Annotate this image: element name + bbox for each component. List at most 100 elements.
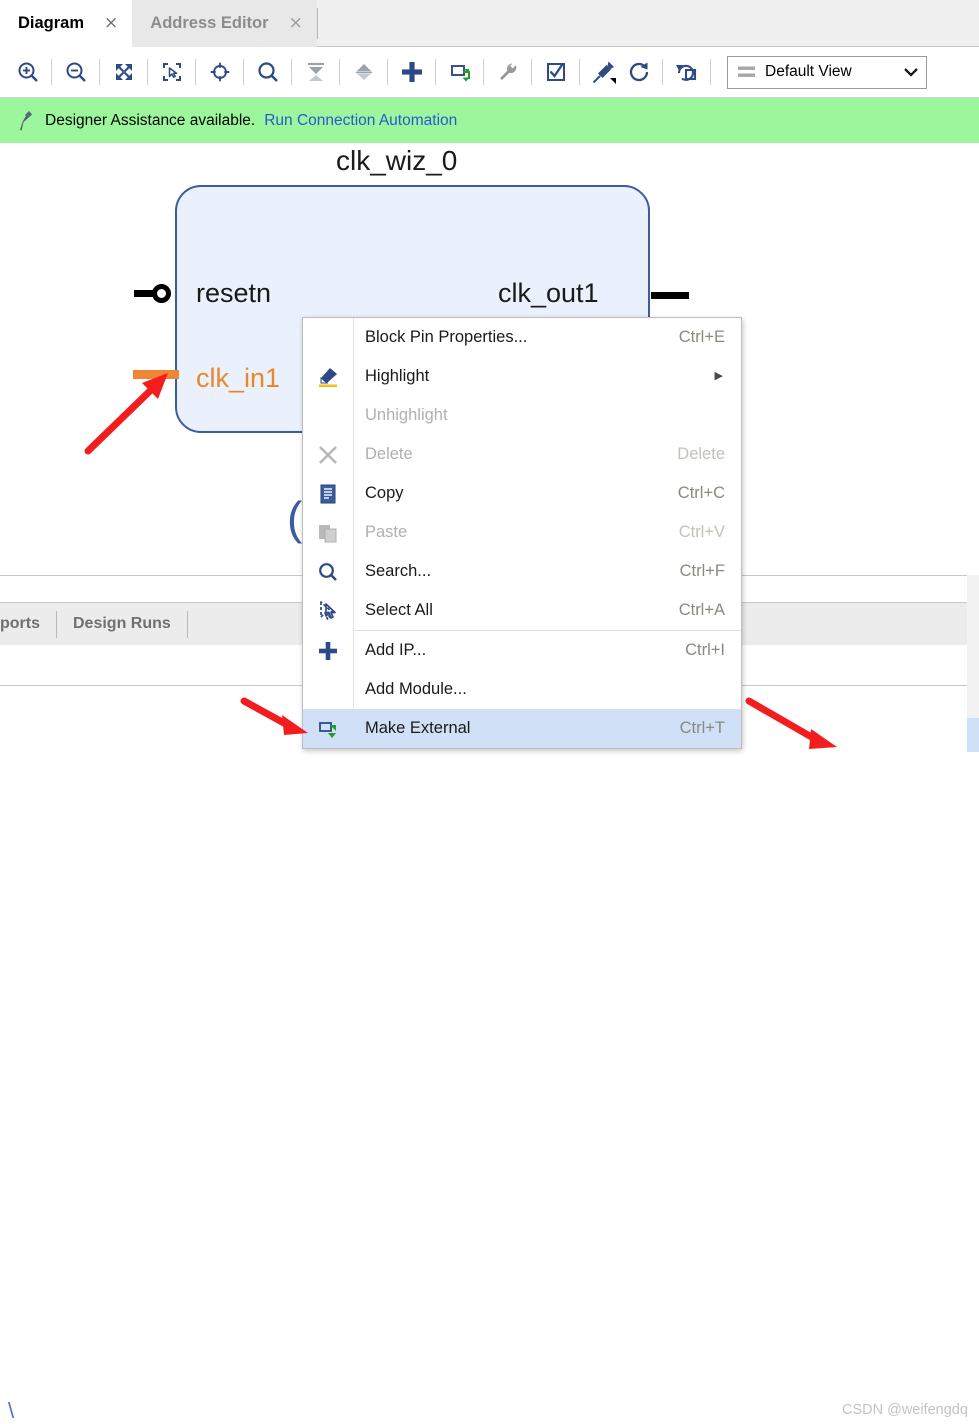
menu-item-accel: Ctrl+E [678, 328, 725, 346]
zoom-in-button[interactable] [10, 53, 45, 91]
menu-item-unhighlight: Unhighlight [303, 396, 741, 435]
zoom-in-icon [18, 62, 38, 82]
menu-icon-slot-empty [303, 396, 353, 435]
tab-diagram-label: Diagram [18, 14, 85, 32]
menu-item-add-module[interactable]: Add Module... [303, 670, 741, 709]
menu-item-label: Make External [365, 719, 471, 737]
chevron-down-icon[interactable] [902, 65, 920, 79]
zoom-out-icon [66, 62, 86, 82]
customize-design-button[interactable] [490, 53, 525, 91]
collapse-all-icon [307, 62, 324, 81]
tab-diagram[interactable]: Diagram × [0, 0, 133, 47]
console-prompt: \ [8, 1398, 15, 1423]
toolbar-divider [387, 59, 388, 85]
zoom-area-button[interactable] [154, 53, 189, 91]
fit-selection-button[interactable] [202, 53, 237, 91]
search-button[interactable] [250, 53, 285, 91]
menu-item-label: Highlight [365, 367, 430, 385]
toolbar-divider [99, 59, 100, 85]
fit-selection-icon [210, 62, 229, 82]
bottom-tab-design-runs-label: Design Runs [73, 615, 171, 632]
run-connection-automation-link[interactable]: Run Connection Automation [264, 112, 457, 130]
toolbar-divider [243, 59, 244, 85]
make-external-icon [319, 721, 336, 738]
refresh-icon [629, 62, 648, 82]
resetn-pin-bubble-icon[interactable] [152, 284, 171, 303]
menu-item-paste: Paste Ctrl+V [303, 513, 741, 552]
menu-item-delete: Delete Delete [303, 435, 741, 474]
submenu-arrow-icon: ▶ [714, 370, 723, 382]
menu-item-add-ip[interactable]: Add IP... Ctrl+I [303, 631, 741, 670]
menu-icon-slot [303, 474, 353, 513]
validate-design-button[interactable] [538, 53, 573, 91]
menu-item-label: Search... [365, 562, 432, 580]
menu-item-accel: Ctrl+A [678, 601, 725, 619]
menu-icon-slot [303, 435, 353, 474]
make-external-button[interactable] [442, 53, 477, 91]
menu-item-label: Delete [365, 445, 413, 463]
block-sub-glyph: ( [287, 492, 303, 544]
zoom-fit-icon [115, 63, 132, 81]
menu-icon-slot [303, 357, 353, 396]
close-icon[interactable]: × [104, 15, 118, 32]
vertical-scrollbar-thumb[interactable] [967, 718, 979, 752]
view-selector[interactable]: Default View [727, 55, 927, 89]
toolbar-divider [147, 59, 148, 85]
copy-icon [320, 484, 336, 503]
menu-item-label: Block Pin Properties... [365, 328, 528, 346]
collapse-all-button[interactable] [298, 53, 333, 91]
annotation-arrow-to-scrollbar [745, 697, 837, 749]
menu-item-label: Select All [365, 601, 433, 619]
toolbar-divider [291, 59, 292, 85]
clk-out1-pin-stub[interactable] [651, 292, 689, 299]
toolbar-divider [662, 59, 663, 85]
regenerate-layout-button[interactable] [669, 53, 704, 91]
toolbar-divider [339, 59, 340, 85]
menu-item-make-external[interactable]: Make External Ctrl+T [303, 709, 741, 748]
block-pin-context-menu[interactable]: Block Pin Properties... Ctrl+E Highlight… [302, 317, 742, 749]
validate-design-icon [546, 62, 565, 81]
zoom-fit-button[interactable] [106, 53, 141, 91]
add-ip-button[interactable] [394, 53, 429, 91]
expand-all-icon [355, 64, 372, 80]
pin-button[interactable] [586, 53, 621, 91]
close-icon[interactable]: × [289, 15, 303, 32]
plus-icon [319, 641, 337, 660]
toolbar-divider [195, 59, 196, 85]
list-lines-icon [738, 66, 755, 77]
toolbar-divider [51, 59, 52, 85]
vivado-block-design-window: Diagram × Address Editor × Default View … [0, 0, 979, 1423]
expand-all-button[interactable] [346, 53, 381, 91]
menu-icon-slot-empty [303, 318, 353, 357]
toolbar-divider [710, 59, 711, 85]
menu-item-copy[interactable]: Copy Ctrl+C [303, 474, 741, 513]
menu-item-label: Copy [365, 484, 404, 502]
refresh-button[interactable] [621, 53, 656, 91]
plus-icon [401, 62, 422, 82]
diagram-toolbar: Default View [0, 47, 979, 98]
menu-item-block-pin-properties[interactable]: Block Pin Properties... Ctrl+E [303, 318, 741, 357]
menu-item-accel: Ctrl+T [679, 719, 725, 737]
bottom-tab-design-runs[interactable]: Design Runs [57, 603, 187, 645]
toolbar-divider [531, 59, 532, 85]
regenerate-layout-icon [675, 64, 696, 81]
pin-label-clk-out1: clk_out1 [498, 278, 599, 308]
highlight-icon [319, 367, 337, 387]
designer-assistance-icon [20, 110, 32, 130]
menu-icon-slot [303, 513, 353, 552]
menu-item-search[interactable]: Search... Ctrl+F [303, 552, 741, 591]
settings-wrench-icon [499, 63, 516, 81]
block-title: clk_wiz_0 [336, 145, 458, 176]
watermark: CSDN @weifengdq [842, 1402, 968, 1418]
menu-item-select-all[interactable]: Select All Ctrl+A [303, 591, 741, 630]
bottom-tab-reports[interactable]: ports [0, 603, 56, 645]
bottom-tab-reports-label: ports [0, 615, 40, 632]
menu-item-highlight[interactable]: Highlight ▶ [303, 357, 741, 396]
zoom-out-button[interactable] [58, 53, 93, 91]
tab-address-editor[interactable]: Address Editor × [132, 0, 317, 47]
menu-item-accel: Ctrl+V [678, 523, 725, 541]
toolbar-divider [483, 59, 484, 85]
pin-label-resetn: resetn [196, 278, 272, 308]
annotation-arrow-to-make-external [240, 697, 308, 735]
menu-icon-slot [303, 631, 353, 670]
